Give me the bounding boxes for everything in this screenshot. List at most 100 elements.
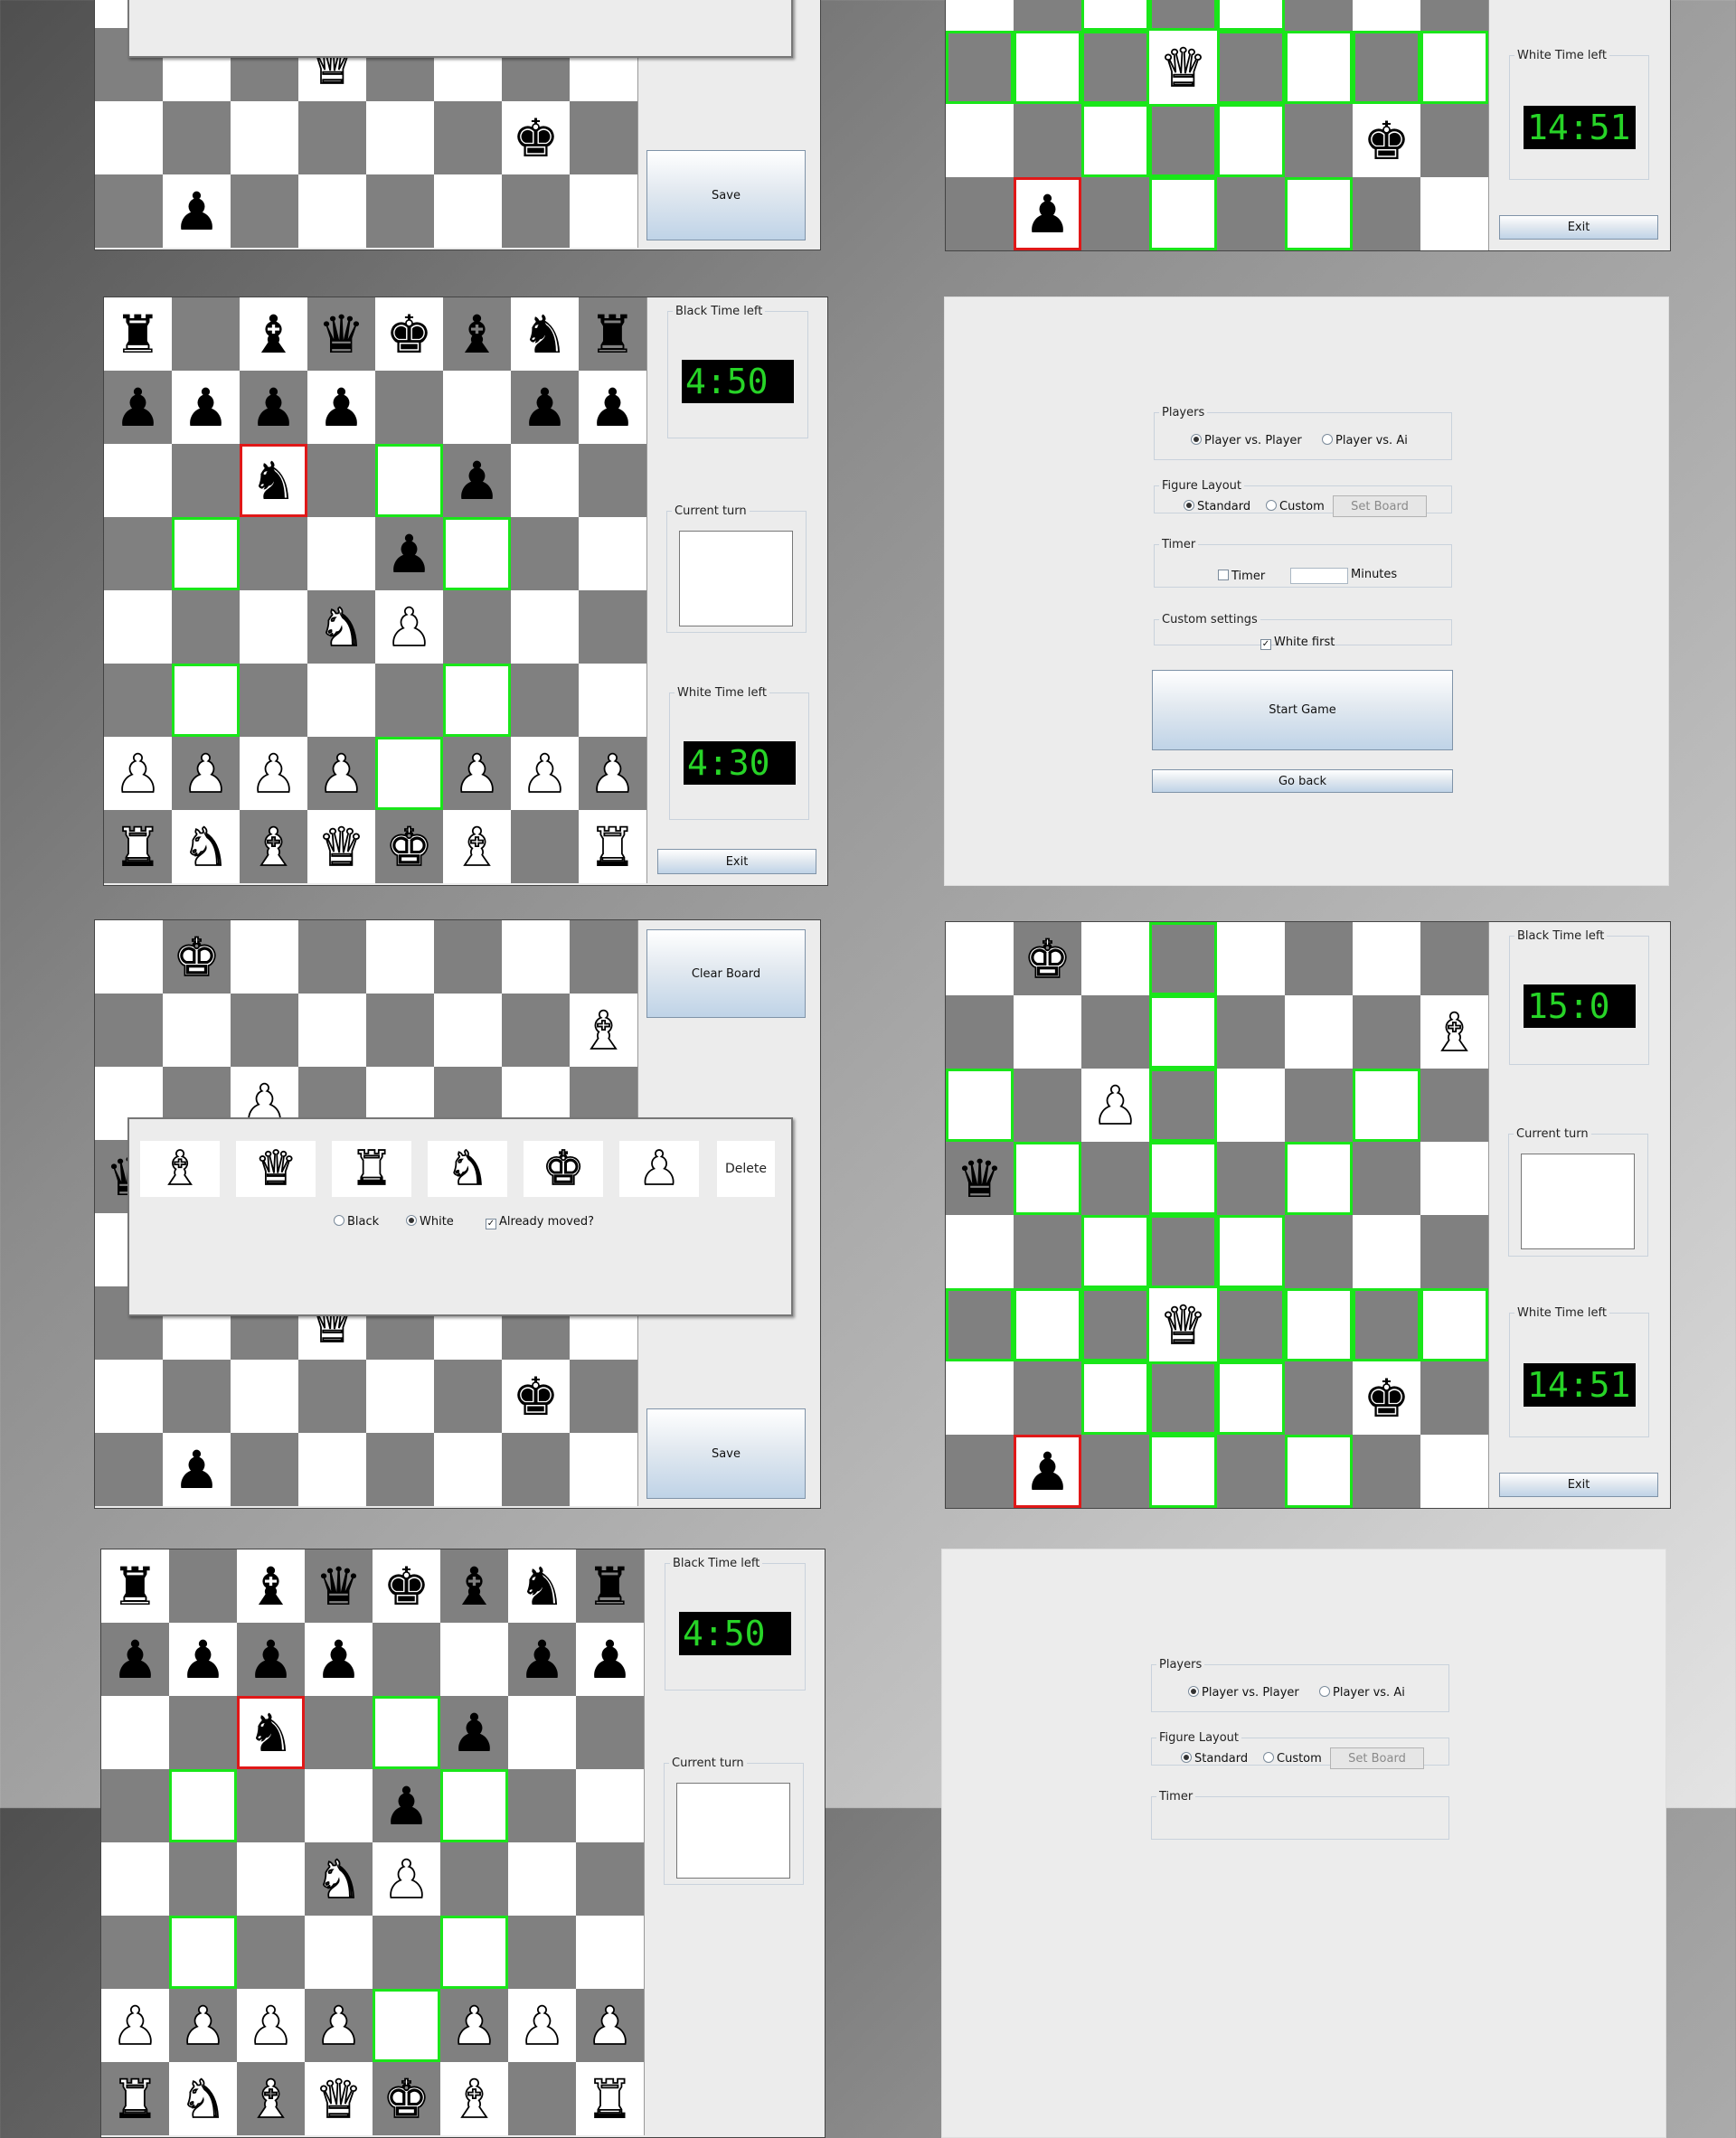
board-square[interactable]: ♟ [305, 1623, 373, 1696]
board-square[interactable] [511, 444, 579, 517]
board-square[interactable] [434, 994, 502, 1067]
board-square[interactable] [1420, 177, 1488, 250]
board-square[interactable]: ♞ [511, 297, 579, 371]
white-pawn-icon[interactable]: ♟ [247, 1999, 296, 2053]
clear-board-button[interactable]: Clear Board [646, 929, 806, 1018]
board-square[interactable] [440, 1842, 508, 1916]
board-square[interactable] [1353, 31, 1420, 104]
board-square[interactable] [169, 1916, 237, 1989]
board-square[interactable] [375, 664, 443, 737]
pva-radio[interactable] [1322, 434, 1333, 445]
board-square[interactable] [1285, 1215, 1353, 1288]
board-square[interactable]: ♟ [169, 1989, 237, 2062]
black-pawn-icon[interactable]: ♟ [174, 1444, 221, 1496]
white-pawn-icon[interactable]: ♟ [382, 1852, 431, 1907]
board-square[interactable]: ♟ [576, 1989, 644, 2062]
board-square[interactable]: ♟ [172, 737, 240, 810]
board-square[interactable] [1217, 1435, 1285, 1508]
delete-button[interactable]: Delete [717, 1141, 775, 1197]
board-square[interactable] [231, 994, 298, 1067]
board-square[interactable] [163, 994, 231, 1067]
board-square[interactable]: ♚ [373, 2062, 440, 2135]
black-bishop-icon[interactable]: ♝ [248, 1560, 295, 1613]
board-square[interactable] [298, 1360, 366, 1433]
board-square[interactable]: ♜ [104, 297, 172, 371]
board-square[interactable] [101, 1916, 169, 1989]
board-square[interactable] [511, 810, 579, 883]
board-square[interactable] [508, 1842, 576, 1916]
board-square[interactable] [373, 1989, 440, 2062]
board-square[interactable] [1081, 1361, 1149, 1435]
board-square[interactable] [240, 590, 307, 664]
white-pawn-icon[interactable]: ♟ [385, 600, 434, 655]
save-button[interactable]: Save [646, 150, 806, 240]
board-square[interactable]: ♝ [240, 297, 307, 371]
board-square[interactable] [579, 590, 646, 664]
board-square[interactable] [1081, 104, 1149, 177]
black-option[interactable]: Black [334, 1215, 379, 1229]
board-square[interactable] [366, 1433, 434, 1506]
board-square[interactable]: ♟ [511, 371, 579, 444]
board-square[interactable] [1217, 0, 1285, 31]
set-board-button[interactable]: Set Board [1333, 495, 1427, 517]
board-square[interactable] [307, 444, 375, 517]
board-square[interactable] [508, 2062, 576, 2135]
board-square[interactable] [298, 1433, 366, 1506]
board-square[interactable] [1081, 1142, 1149, 1215]
board-square[interactable]: ♚ [502, 1360, 570, 1433]
board-square[interactable] [434, 920, 502, 994]
exit-button[interactable]: Exit [1499, 1473, 1658, 1497]
board-square[interactable]: ♝ [443, 810, 511, 883]
white-pawn-icon[interactable]: ♟ [589, 747, 637, 801]
board-square[interactable] [169, 1696, 237, 1769]
chess-board[interactable]: ♜ ♝ ♛ ♚ ♝ ♞ ♜ ♟ ♟ ♟ ♟ ♟ ♟ ♞ ♟ ♟ ♞ ♟ ♟ ♟ ♟ ♟ ♟ ♟ ♟ ♜ ♞ ♝ ♛ ♚ ♝ ♜ [104, 297, 646, 883]
board-square[interactable] [434, 1360, 502, 1433]
board-square[interactable]: ♟ [373, 1769, 440, 1842]
black-pawn-icon[interactable]: ♟ [587, 1634, 634, 1686]
board-square[interactable] [1285, 177, 1353, 250]
board-square[interactable] [101, 1842, 169, 1916]
board-square[interactable] [1014, 104, 1081, 177]
board-square[interactable]: ♞ [305, 1842, 373, 1916]
board-square[interactable] [1285, 104, 1353, 177]
board-square[interactable] [1285, 1288, 1353, 1361]
board-square[interactable] [946, 104, 1014, 177]
white-pawn-icon[interactable]: ♟ [450, 1999, 499, 2053]
black-knight-icon[interactable]: ♞ [248, 1707, 295, 1759]
board-square[interactable]: ♛ [1149, 31, 1217, 104]
white-knight-button[interactable]: ♞ [428, 1141, 507, 1197]
board-square[interactable]: ♟ [307, 371, 375, 444]
board-square[interactable] [307, 664, 375, 737]
minutes-input[interactable] [1290, 568, 1348, 584]
board-square[interactable] [298, 174, 366, 248]
board-square[interactable]: ♟ [579, 371, 646, 444]
board-square[interactable]: ♟ [237, 1989, 305, 2062]
board-square[interactable] [1420, 922, 1488, 995]
board-square[interactable] [443, 371, 511, 444]
board-square[interactable] [1014, 1288, 1081, 1361]
board-square[interactable] [366, 174, 434, 248]
black-pawn-icon[interactable]: ♟ [451, 1707, 498, 1759]
go-back-button[interactable]: Go back [1152, 769, 1453, 793]
board-square[interactable] [1217, 995, 1285, 1069]
board-square[interactable] [508, 1696, 576, 1769]
board-square[interactable] [579, 444, 646, 517]
board-square[interactable] [440, 1769, 508, 1842]
board-square[interactable] [1014, 31, 1081, 104]
black-bishop-icon[interactable]: ♝ [454, 308, 501, 361]
board-square[interactable]: ♚ [1353, 1361, 1420, 1435]
board-square[interactable]: ♝ [570, 994, 637, 1067]
board-square[interactable] [375, 737, 443, 810]
white-radio[interactable] [406, 1215, 417, 1226]
board-square[interactable] [1353, 1215, 1420, 1288]
white-pawn-icon[interactable]: ♟ [317, 747, 366, 801]
custom-option[interactable]: Custom [1266, 500, 1325, 513]
white-king-icon[interactable]: ♚ [382, 2072, 431, 2126]
white-pawn-icon[interactable]: ♟ [179, 1999, 228, 2053]
black-rook-icon[interactable]: ♜ [590, 308, 637, 361]
board-square[interactable] [172, 590, 240, 664]
board-square[interactable]: ♟ [576, 1623, 644, 1696]
black-knight-icon[interactable]: ♞ [522, 308, 569, 361]
board-square[interactable] [101, 1769, 169, 1842]
board-square[interactable] [579, 664, 646, 737]
